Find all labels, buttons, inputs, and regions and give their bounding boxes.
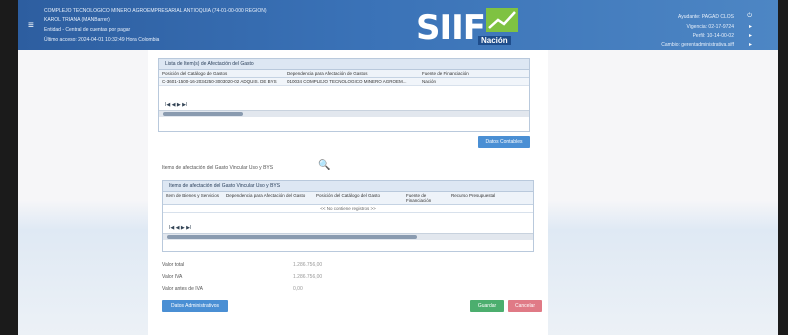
search-label: Items de afectación del Gasto Vincular U… <box>162 165 274 171</box>
cell-dependencia: 010034 COMPLEJO TECNOLOGICO MINERO AGROE… <box>287 79 407 84</box>
header-last-access: Último acceso: 2024-04-01 10:32:49 Hora … <box>44 37 160 43</box>
profile-icon[interactable]: ▸ <box>749 32 752 39</box>
device-bezel-right <box>778 0 788 335</box>
valor-antes-iva-value: 0,00 <box>293 286 303 292</box>
pager[interactable]: I◀ ◀ ▶ ▶I <box>159 100 529 110</box>
horizontal-scrollbar[interactable] <box>159 110 529 117</box>
header-user: KAROL TRIANA (MANBarrer) <box>44 17 110 23</box>
search-icon[interactable]: 🔍 <box>318 160 330 171</box>
change-icon[interactable]: ▸ <box>749 41 752 48</box>
col-header-recurso[interactable]: Recurso Presupuestal <box>448 192 503 204</box>
logo-chart-icon <box>486 8 518 32</box>
device-bezel-left <box>0 0 18 335</box>
items-afectacion-panel: Lista de Item(s) de Afectación del Gasto… <box>158 58 530 132</box>
hamburger-menu-icon[interactable]: ≡ <box>28 20 34 31</box>
grid-header: Posición del Catálogo de Gastos Dependen… <box>159 70 529 78</box>
header-vigencia: Vigencia: 02-17-9724 <box>686 24 734 30</box>
col-header-dependencia[interactable]: Dependencia para Afectación del Gasto <box>223 192 313 204</box>
app-header: ≡ COMPLEJO TECNOLOGICO MINERO AGROEMPRES… <box>18 0 778 50</box>
col-header-fuente[interactable]: Fuente de Financiación <box>403 192 448 204</box>
panel-title: Items de afectación del Gasto Vincular U… <box>163 181 533 192</box>
empty-message: << No contiene registros >> <box>163 205 533 213</box>
panel-title: Lista de Item(s) de Afectación del Gasto <box>159 59 529 70</box>
valor-iva-label: Valor IVA <box>162 274 183 280</box>
main-content: Lista de Item(s) de Afectación del Gasto… <box>148 50 548 335</box>
siif-logo: SIIF Nación <box>416 8 520 48</box>
siif-logo-nacion: Nación <box>478 36 511 45</box>
grid-header: Item de Bienes y Servicios Dependencia p… <box>163 192 533 205</box>
siif-logo-text: SIIF <box>416 8 486 48</box>
header-entity: Entidad - Central de cuentas por pagar <box>44 27 131 33</box>
col-header-dependencia[interactable]: Dependencia para Afectación de Gastos <box>284 70 419 77</box>
calendar-icon[interactable]: ▸ <box>749 23 752 30</box>
valor-antes-iva-label: Valor antes de IVA <box>162 286 203 292</box>
cell-fuente: Nación <box>422 79 437 84</box>
horizontal-scrollbar[interactable] <box>163 233 533 240</box>
header-info-line: COMPLEJO TECNOLOGICO MINERO AGROEMPRESAR… <box>44 8 267 14</box>
guardar-button[interactable]: Guardar <box>470 300 504 312</box>
valor-total-value: 1.286.756,00 <box>293 262 323 268</box>
scrollbar-thumb[interactable] <box>163 112 243 116</box>
items-vincular-panel: Items de afectación del Gasto Vincular U… <box>162 180 534 252</box>
scrollbar-thumb[interactable] <box>167 235 417 239</box>
table-row[interactable]: C-3601-1500-16-2034250-3003020-02 ADQUIS… <box>159 78 529 86</box>
header-change: Cambio: gerentadministrativa.siff <box>661 42 734 48</box>
col-header-item[interactable]: Item de Bienes y Servicios <box>163 192 223 204</box>
cancelar-button[interactable]: Cancelar <box>508 300 542 312</box>
pager[interactable]: I◀ ◀ ▶ ▶I <box>163 223 533 233</box>
header-assistant: Ayudante: PAGAD CLOS <box>678 14 734 20</box>
logout-icon[interactable]: ⏻ <box>747 13 752 20</box>
valor-iva-value: 1.286.756,00 <box>293 274 323 280</box>
col-header-fuente[interactable]: Fuente de Financiación <box>419 70 509 77</box>
datos-contables-button[interactable]: Datos Contables <box>478 136 530 148</box>
header-profile: Perfil: 10-14-00-02 <box>692 33 734 39</box>
col-header-posicion[interactable]: Posición del Catálogo del Gasto <box>313 192 403 204</box>
datos-administrativos-button[interactable]: Datos Administrativos <box>162 300 228 312</box>
col-header-posicion[interactable]: Posición del Catálogo de Gastos <box>159 70 284 77</box>
valor-total-label: Valor total <box>162 262 185 268</box>
cell-posicion: C-3601-1500-16-2034250-3003020-02 ADQUIS… <box>162 79 277 84</box>
app-screen: ≡ COMPLEJO TECNOLOGICO MINERO AGROEMPRES… <box>18 0 778 335</box>
